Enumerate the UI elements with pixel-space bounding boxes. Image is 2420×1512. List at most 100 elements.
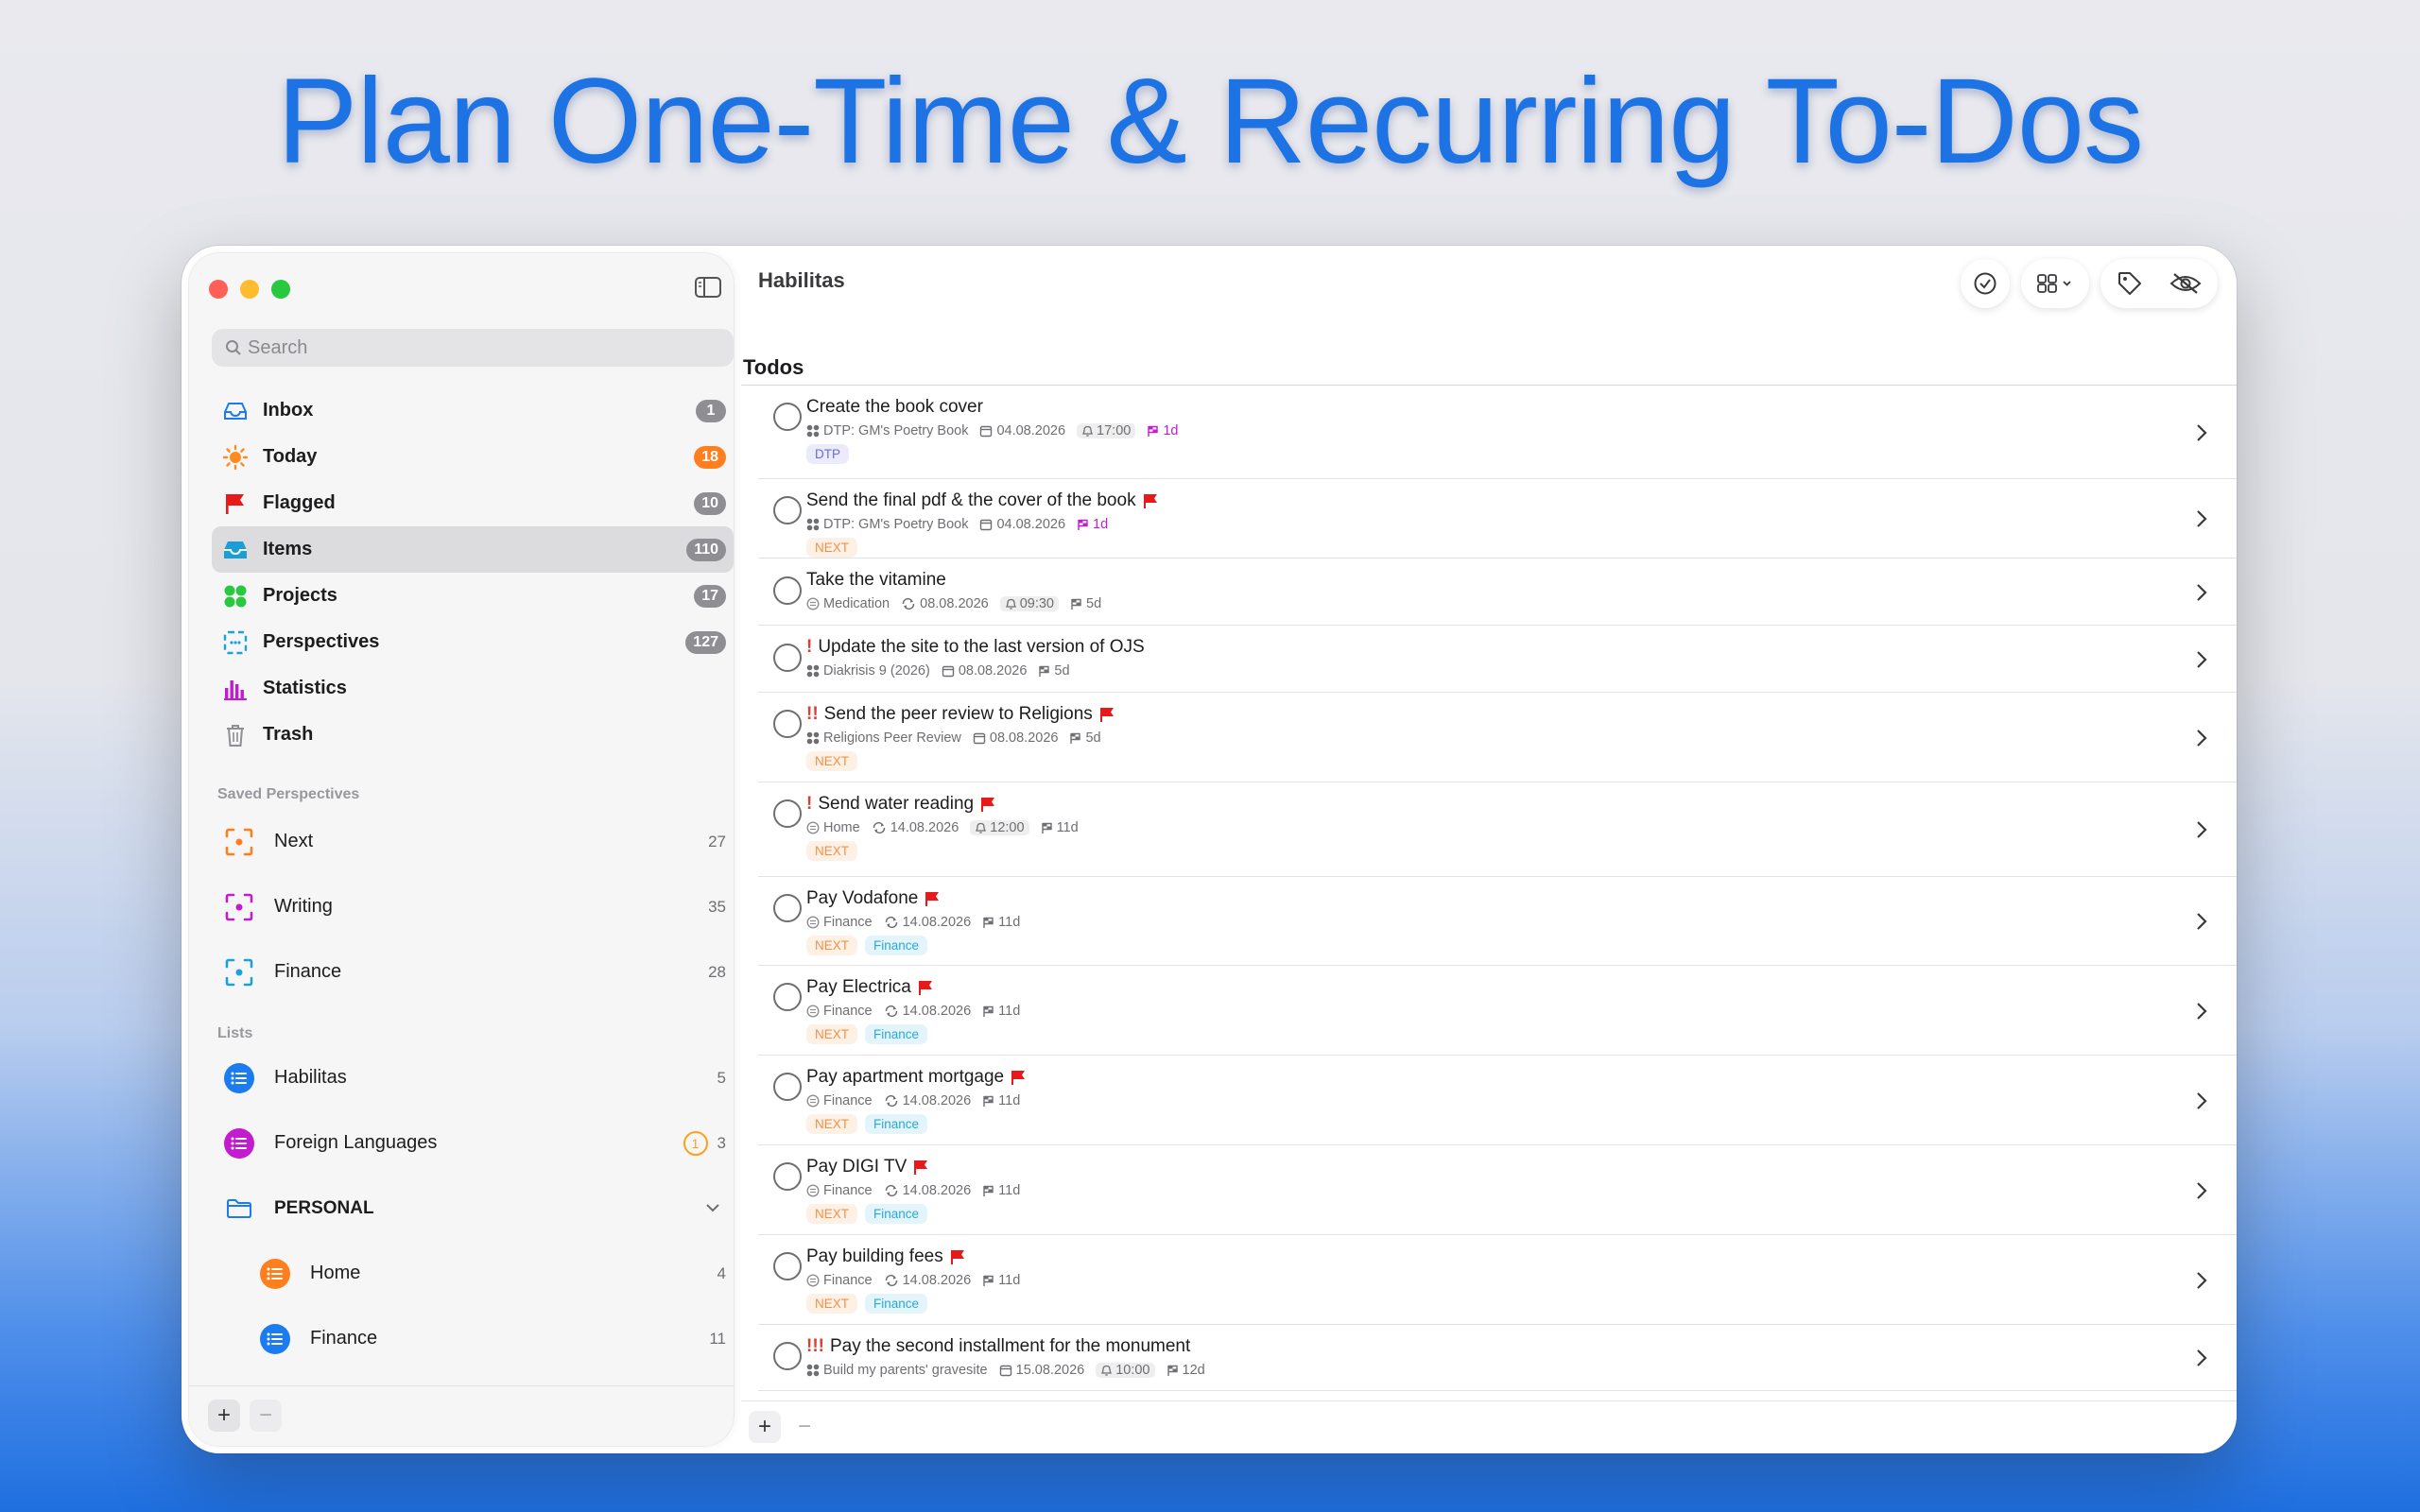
tag-badge[interactable]: NEXT	[806, 1294, 858, 1314]
remove-task-button[interactable]: −	[788, 1411, 821, 1443]
tag-badge[interactable]: NEXT	[806, 1114, 858, 1134]
task-row[interactable]: Pay building fees Finance 14.08.2026 11d NEX…	[758, 1235, 2237, 1325]
list-icon	[259, 1258, 291, 1290]
tag-badge[interactable]: NEXT	[806, 936, 858, 955]
nav-items[interactable]: Items 110	[212, 526, 734, 573]
task-row[interactable]: ! Update the site to the last version of …	[758, 626, 2237, 693]
list-habilitas[interactable]: Habilitas 5	[212, 1045, 734, 1110]
nav-flagged[interactable]: Flagged 10	[212, 480, 734, 526]
task-project: DTP: GM's Poetry Book	[823, 517, 969, 532]
task-checkbox[interactable]	[773, 644, 802, 672]
task-row[interactable]: Create the book cover DTP: GM's Poetry Bo…	[758, 386, 2237, 479]
chevron-right-icon[interactable]	[2195, 422, 2208, 443]
nav-statistics[interactable]: Statistics	[212, 665, 734, 712]
minimize-button[interactable]	[240, 280, 259, 299]
tag-icon[interactable]	[2117, 270, 2143, 297]
chevron-right-icon[interactable]	[2195, 819, 2208, 840]
task-checkbox[interactable]	[773, 1252, 802, 1280]
remove-list-button[interactable]: −	[250, 1400, 282, 1432]
task-row[interactable]: ! Send water reading Home 14.08.2026 12:00 11…	[758, 782, 2237, 877]
chevron-right-icon[interactable]	[2195, 728, 2208, 748]
add-list-button[interactable]: +	[208, 1400, 240, 1432]
eye-slash-icon[interactable]	[2169, 272, 2202, 295]
tag-badge[interactable]: NEXT	[806, 538, 858, 558]
nav-perspectives[interactable]: Perspectives 127	[212, 619, 734, 665]
task-title: !!! Pay the second installment for the mo…	[806, 1336, 1190, 1357]
task-deadline: 11d	[998, 1183, 1021, 1198]
task-title-text: Take the vitamine	[806, 570, 946, 590]
tag-badge[interactable]: Finance	[865, 1024, 928, 1044]
task-checkbox[interactable]	[773, 1162, 802, 1191]
list-finance[interactable]: Finance 11	[212, 1306, 734, 1371]
nav-projects[interactable]: Projects 17	[212, 573, 734, 619]
task-deadline: 5d	[1085, 730, 1101, 746]
chevron-right-icon[interactable]	[2195, 1091, 2208, 1111]
task-checkbox[interactable]	[773, 983, 802, 1011]
tag-badge[interactable]: NEXT	[806, 751, 858, 771]
chevron-right-icon[interactable]	[2195, 582, 2208, 603]
nav-today[interactable]: Today 18	[212, 434, 734, 480]
saved-finance-label: Finance	[274, 961, 342, 982]
list-finance-label: Finance	[310, 1328, 378, 1349]
saved-finance[interactable]: Finance 28	[212, 939, 734, 1005]
task-row[interactable]: Pay apartment mortgage Finance 14.08.2026 1…	[758, 1056, 2237, 1145]
chevron-right-icon[interactable]	[2195, 911, 2208, 932]
tag-badge[interactable]: DTP	[806, 444, 849, 464]
folder-personal[interactable]: PERSONAL	[212, 1176, 734, 1241]
flag-icon	[1099, 708, 1114, 722]
tag-badge[interactable]: Finance	[865, 1294, 928, 1314]
task-row[interactable]: Pay Electrica Finance 14.08.2026 11d NEXT Fin…	[758, 966, 2237, 1056]
sidebar-toggle-icon[interactable]	[694, 276, 722, 299]
chevron-right-icon[interactable]	[2195, 508, 2208, 529]
overdue-alert-badge: 1	[683, 1130, 708, 1156]
list-home[interactable]: Home 4	[212, 1241, 734, 1306]
chevron-down-icon[interactable]	[705, 1200, 720, 1217]
task-row[interactable]: !!! Pay the second installment for the mo…	[758, 1325, 2237, 1391]
task-row[interactable]: Pay Vodafone Finance 14.08.2026 11d NEXT Fina…	[758, 877, 2237, 966]
task-checkbox[interactable]	[773, 496, 802, 524]
task-checkbox[interactable]	[773, 894, 802, 922]
tag-badge[interactable]: Finance	[865, 936, 928, 955]
view-options-button[interactable]	[2021, 259, 2089, 308]
complete-toggle-button[interactable]	[1961, 259, 2010, 308]
tag-badge[interactable]: Finance	[865, 1204, 928, 1224]
tag-badge[interactable]: NEXT	[806, 1024, 858, 1044]
task-checkbox[interactable]	[773, 403, 802, 431]
tags-visibility-group	[2100, 259, 2218, 308]
task-checkbox[interactable]	[773, 1073, 802, 1101]
chevron-right-icon[interactable]	[2195, 1270, 2208, 1291]
add-task-button[interactable]: +	[749, 1411, 781, 1443]
saved-next[interactable]: Next 27	[212, 809, 734, 874]
tag-badge[interactable]: Finance	[865, 1114, 928, 1134]
bell-icon	[1081, 425, 1094, 437]
list-foreign-languages[interactable]: Foreign Languages 1 3	[212, 1110, 734, 1176]
sun-icon	[221, 443, 250, 472]
tag-badge[interactable]: NEXT	[806, 841, 858, 861]
task-checkbox[interactable]	[773, 799, 802, 828]
flag-icon	[950, 1250, 964, 1264]
chevron-right-icon[interactable]	[2195, 1001, 2208, 1022]
chevron-right-icon[interactable]	[2195, 1348, 2208, 1368]
task-tags: NEXT	[806, 751, 858, 771]
task-row[interactable]: Take the vitamine Medication 08.08.2026 09:…	[758, 558, 2237, 626]
nav-trash[interactable]: Trash	[212, 712, 734, 758]
perspectives-icon	[221, 628, 250, 657]
search-input[interactable]: Search	[212, 329, 734, 367]
task-row[interactable]: Send the final pdf & the cover of the bo…	[758, 479, 2237, 558]
task-row[interactable]: !! Send the peer review to Religions Relig…	[758, 693, 2237, 782]
priority-marker: !	[806, 794, 813, 814]
project-icon	[806, 664, 820, 678]
chevron-right-icon[interactable]	[2195, 1180, 2208, 1201]
saved-writing[interactable]: Writing 35	[212, 874, 734, 939]
tag-badge[interactable]: NEXT	[806, 1204, 858, 1224]
list-habilitas-label: Habilitas	[274, 1067, 347, 1088]
zoom-button[interactable]	[271, 280, 290, 299]
task-checkbox[interactable]	[773, 1342, 802, 1370]
task-checkbox[interactable]	[773, 710, 802, 738]
task-row[interactable]: Pay DIGI TV Finance 14.08.2026 11d NEXT Finan…	[758, 1145, 2237, 1235]
chevron-right-icon[interactable]	[2195, 649, 2208, 670]
nav-today-count: 18	[694, 445, 726, 469]
nav-inbox[interactable]: Inbox 1	[212, 387, 734, 434]
close-button[interactable]	[209, 280, 228, 299]
task-checkbox[interactable]	[773, 576, 802, 605]
